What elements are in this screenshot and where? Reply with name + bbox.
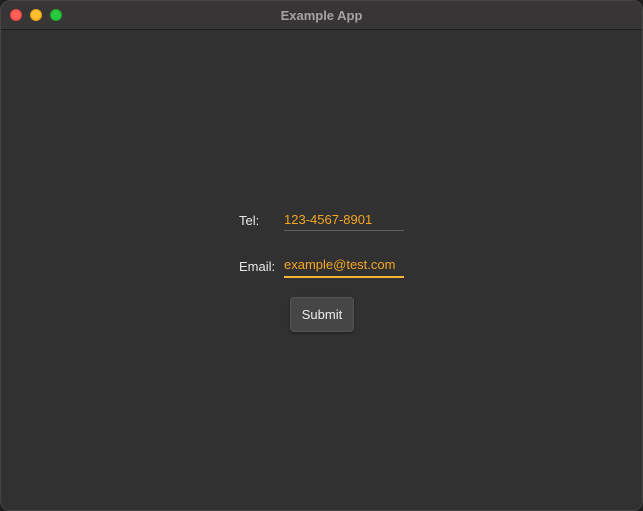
tel-field-container	[284, 209, 404, 231]
form-area: Tel: Email: Submit	[1, 30, 642, 510]
tel-label: Tel:	[239, 213, 260, 228]
email-input[interactable]	[284, 254, 404, 274]
app-window: Example App Tel: Email: Submit	[0, 0, 643, 511]
email-field-container	[284, 254, 404, 278]
tel-input[interactable]	[284, 209, 404, 229]
email-label: Email:	[239, 259, 276, 274]
window-title: Example App	[280, 8, 363, 23]
title-bar: Example App	[1, 1, 642, 30]
submit-button[interactable]: Submit	[290, 297, 354, 332]
